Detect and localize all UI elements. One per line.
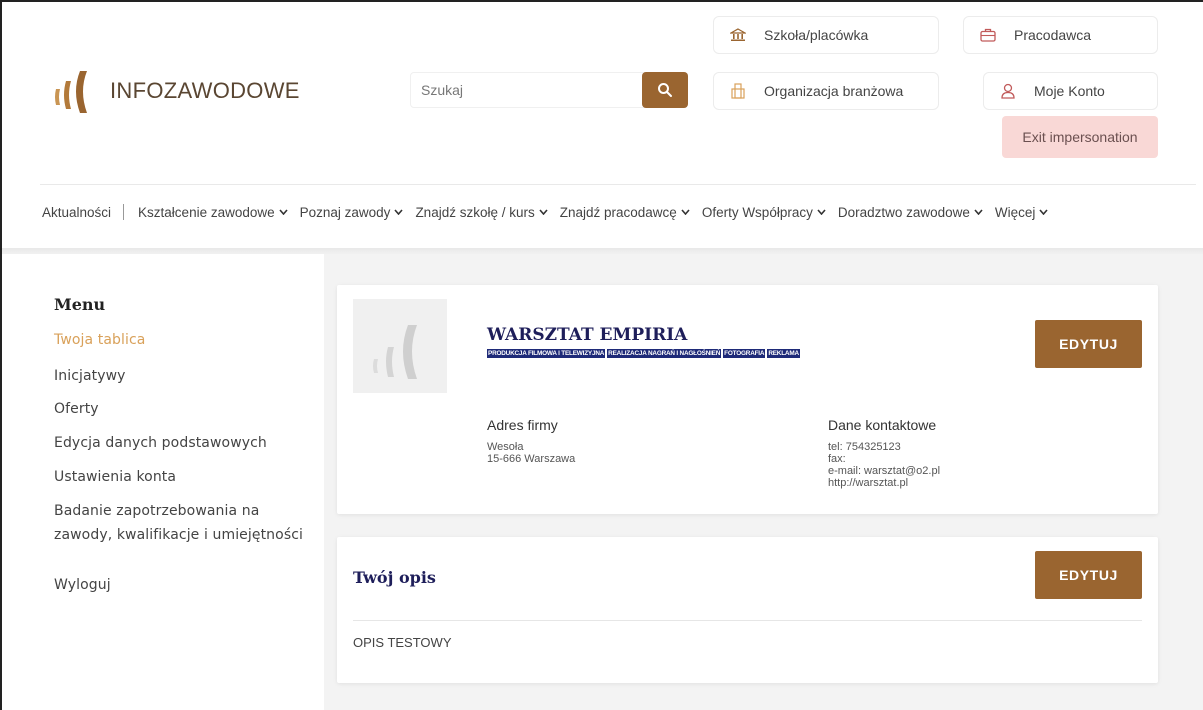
sidebar-item-logout[interactable]: Wyloguj <box>54 574 111 596</box>
nav-item-label: Doradztwo zawodowe <box>837 204 970 220</box>
school-button-label: Szkoła/placówka <box>764 27 869 43</box>
nav-item-find-school[interactable]: Znajdź szkołę / kurs <box>415 205 559 220</box>
nav-item-career-counseling[interactable]: Doradztwo zawodowe <box>838 205 995 220</box>
description-card: Twój opis EDYTUJ OPIS TESTOWY <box>337 537 1158 683</box>
company-name: WARSZTAT EMPIRIA <box>487 325 688 345</box>
company-tag: REALIZACJA NAGRAŃ I NAGŁOŚNIEŃ <box>607 349 722 358</box>
site-header: INFOZAWODOWE Szkoła/placówka Pracodawca … <box>2 2 1203 250</box>
contact-fax: fax: <box>828 453 846 465</box>
sidebar-item-survey-line1[interactable]: Badanie zapotrzebowania na <box>54 500 259 522</box>
my-account-button-label: Moje Konto <box>1034 83 1105 99</box>
logo-text: INFOZAWODOWE <box>110 78 300 103</box>
organization-icon <box>728 83 748 99</box>
nav-item-label: Oferty Współpracy <box>701 204 813 220</box>
exit-impersonation-button[interactable]: Exit impersonation <box>1002 116 1158 158</box>
sidebar-item-survey-line2[interactable]: zawody, kwalifikacje i umiejętności <box>54 524 303 546</box>
nav-divider <box>40 184 1196 185</box>
description-title: Twój opis <box>353 568 436 587</box>
contact-website[interactable]: http://warsztat.pl <box>828 477 908 489</box>
nav-item-more[interactable]: Więcej <box>995 205 1049 220</box>
company-card: WARSZTAT EMPIRIA PRODUKCJA FILMOWA I TEL… <box>337 285 1158 514</box>
search-icon <box>658 83 672 97</box>
school-icon <box>728 28 748 42</box>
sidebar-item-basic-data[interactable]: Edycja danych podstawowych <box>54 432 267 454</box>
sidebar-item-offers[interactable]: Oferty <box>54 398 99 420</box>
employer-button[interactable]: Pracodawca <box>963 16 1158 54</box>
sidebar-item-initiatives[interactable]: Inicjatywy <box>54 365 126 387</box>
description-divider <box>353 620 1142 621</box>
chevron-down-icon <box>539 209 548 215</box>
chevron-down-icon <box>394 209 404 215</box>
chevron-down-icon <box>279 209 288 215</box>
description-text: OPIS TESTOWY <box>353 635 452 650</box>
my-account-button[interactable]: Moje Konto <box>983 72 1158 110</box>
contact-email[interactable]: e-mail: warsztat@o2.pl <box>828 465 940 477</box>
edit-description-button[interactable]: EDYTUJ <box>1035 551 1142 599</box>
briefcase-icon <box>978 28 998 42</box>
logo-icon <box>55 71 87 113</box>
chevron-down-icon <box>1039 209 1049 215</box>
edit-company-button[interactable]: EDYTUJ <box>1035 320 1142 368</box>
address-line: Wesoła <box>487 441 524 453</box>
nav-item-label: Kształcenie zawodowe <box>138 204 275 220</box>
nav-item-find-employer[interactable]: Znajdź pracodawcę <box>560 205 702 220</box>
chevron-down-icon <box>817 209 826 215</box>
main-nav: Aktualności Kształcenie zawodowe Poznaj … <box>42 204 1049 220</box>
nav-item-cooperation-offers[interactable]: Oferty Współpracy <box>702 205 838 220</box>
nav-item-label: Więcej <box>994 204 1036 220</box>
employer-button-label: Pracodawca <box>1014 27 1092 43</box>
company-tag: FOTOGRAFIA <box>723 349 766 358</box>
sidebar-item-account-settings[interactable]: Ustawienia konta <box>54 466 176 488</box>
chevron-down-icon <box>681 209 690 215</box>
chevron-down-icon <box>974 209 983 215</box>
company-tag: PRODUKCJA FILMOWA I TELEWIZYJNA <box>487 349 606 358</box>
school-button[interactable]: Szkoła/placówka <box>713 16 939 54</box>
address-heading: Adres firmy <box>487 417 558 433</box>
contact-phone: tel: 754325123 <box>828 441 901 453</box>
nav-separator <box>123 204 125 220</box>
sidebar-title: Menu <box>54 295 106 314</box>
nav-item-professions[interactable]: Poznaj zawody <box>300 205 416 220</box>
organization-button-label: Organizacja branżowa <box>764 83 904 99</box>
company-tags: PRODUKCJA FILMOWA I TELEWIZYJNA REALIZAC… <box>487 349 802 358</box>
site-logo[interactable]: INFOZAWODOWE <box>50 69 300 113</box>
search-button[interactable] <box>642 72 688 108</box>
nav-item-vocational-education[interactable]: Kształcenie zawodowe <box>138 205 300 220</box>
nav-item-news[interactable]: Aktualności <box>42 205 111 220</box>
logo-placeholder-icon <box>373 325 417 379</box>
organization-button[interactable]: Organizacja branżowa <box>713 72 939 110</box>
search-bar <box>410 72 688 108</box>
sidebar-item-dashboard[interactable]: Twoja tablica <box>54 329 145 351</box>
address-line: 15-666 Warszawa <box>487 453 576 465</box>
contact-heading: Dane kontaktowe <box>828 417 937 433</box>
company-tag: REKLAMA <box>767 349 800 358</box>
nav-item-label: Znajdź szkołę / kurs <box>415 204 535 220</box>
nav-item-label: Znajdź pracodawcę <box>559 204 677 220</box>
user-icon <box>998 83 1018 99</box>
company-logo <box>353 299 447 393</box>
nav-item-label: Poznaj zawody <box>299 204 391 220</box>
